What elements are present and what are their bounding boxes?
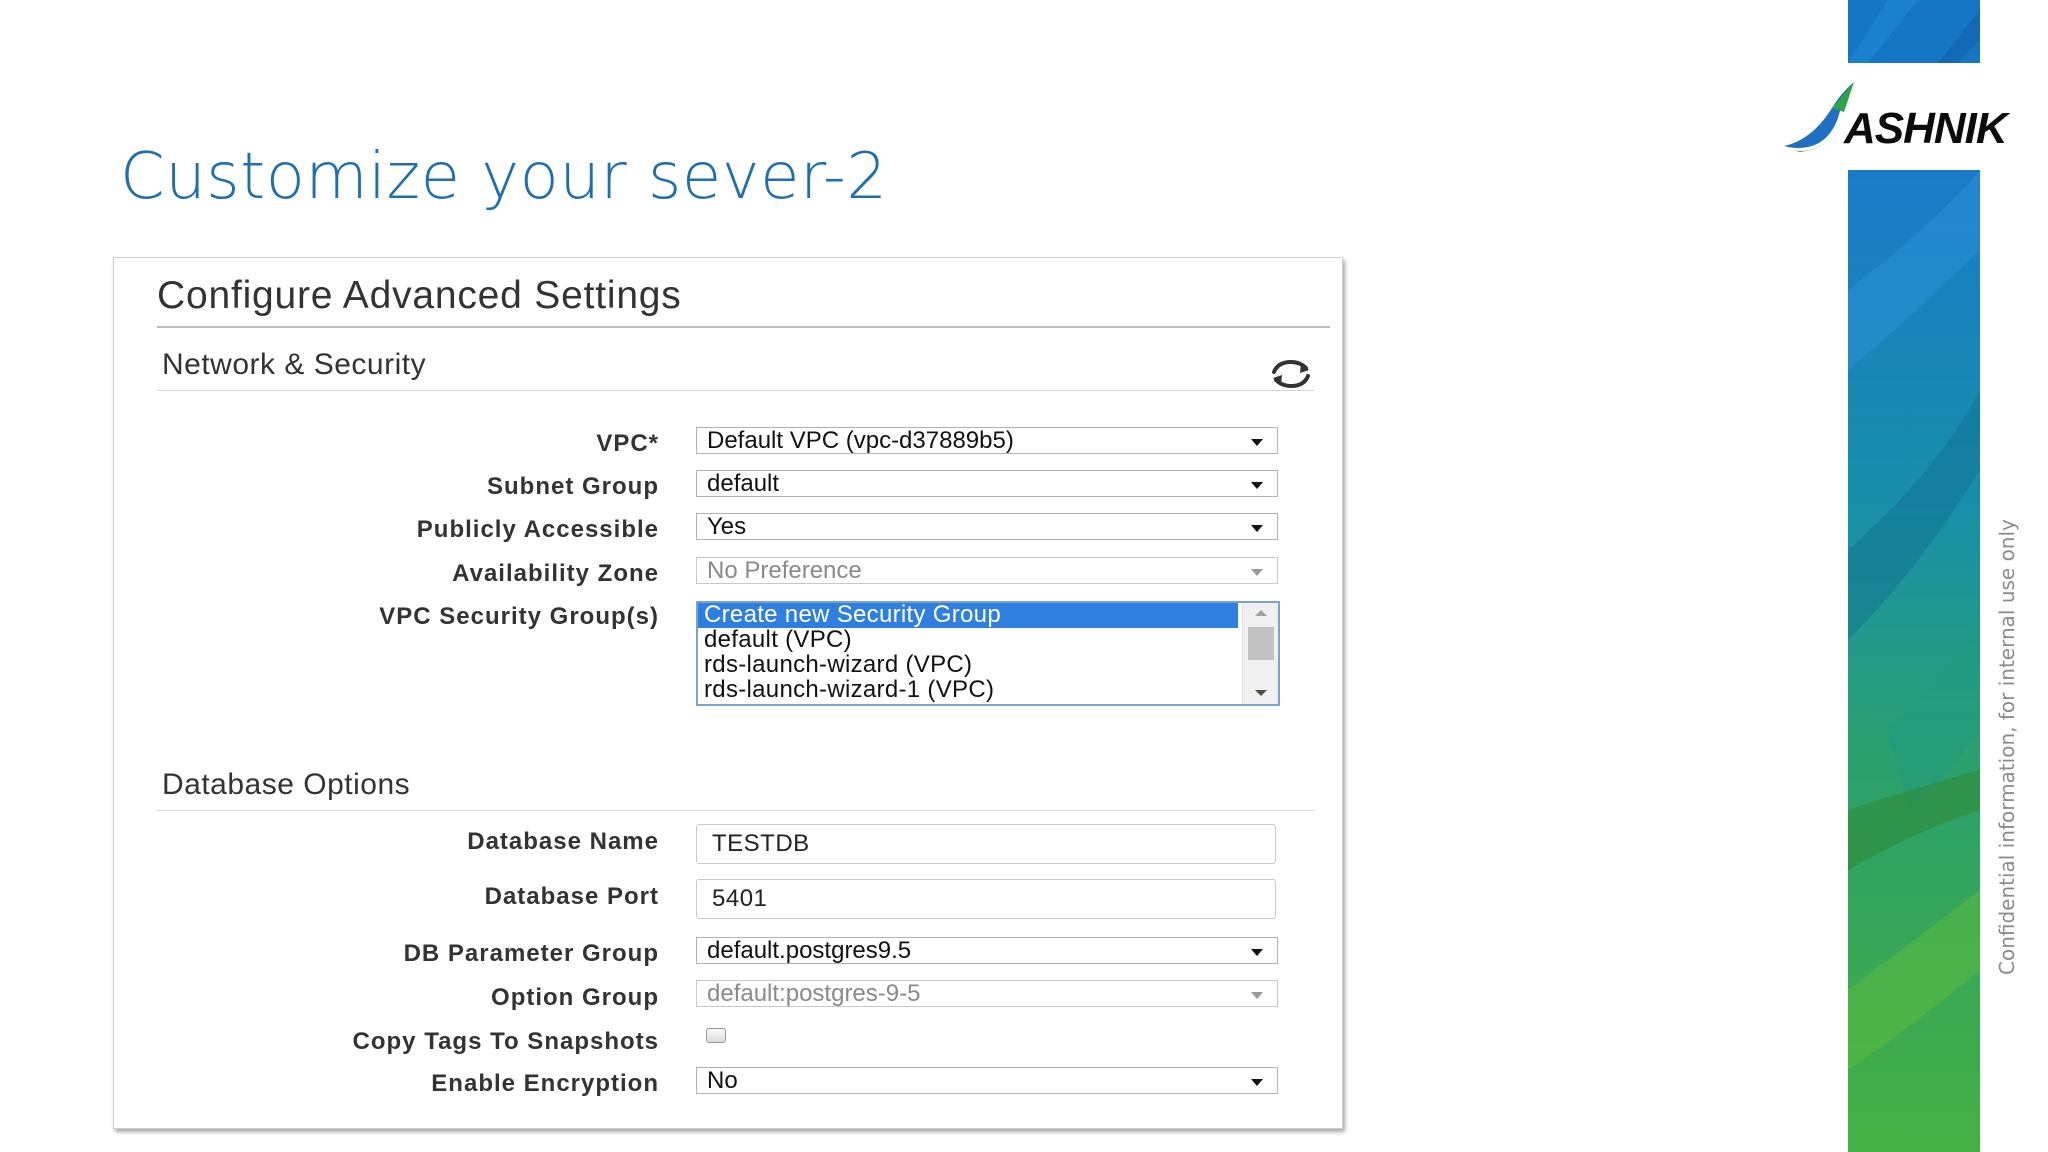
vpc-value: Default VPC (vpc-d37889b5) xyxy=(707,427,1014,454)
confidential-note: Confidential information, for internal u… xyxy=(1995,519,2019,975)
db-parameter-group-label: DB Parameter Group xyxy=(403,940,659,967)
chevron-down-icon xyxy=(1251,482,1263,489)
chevron-down-icon xyxy=(1251,1079,1263,1086)
security-groups-label: VPC Security Group(s) xyxy=(379,603,659,630)
database-port-input[interactable]: 5401 xyxy=(696,879,1276,919)
list-item[interactable]: rds-launch-wizard-1 (VPC) xyxy=(698,678,1238,703)
list-item[interactable]: rds-launch-wizard (VPC) xyxy=(698,653,1238,678)
listbox-scrollbar[interactable] xyxy=(1242,603,1278,704)
database-options-heading: Database Options xyxy=(162,768,411,801)
database-port-label: Database Port xyxy=(484,883,659,910)
ashnik-logo: ASHNIK xyxy=(1782,78,2012,158)
publicly-accessible-value: Yes xyxy=(707,513,747,540)
availability-zone-select[interactable]: No Preference xyxy=(696,557,1278,584)
security-groups-listbox[interactable]: Create new Security Group default (VPC) … xyxy=(696,601,1280,706)
list-item-create-new-security-group[interactable]: Create new Security Group xyxy=(698,603,1238,628)
vpc-label: VPC* xyxy=(596,430,659,457)
enable-encryption-select[interactable]: No xyxy=(696,1067,1278,1094)
copy-tags-checkbox[interactable] xyxy=(706,1028,726,1043)
decorative-strip xyxy=(1848,170,1980,1152)
chevron-down-icon xyxy=(1251,949,1263,956)
subnet-group-value: default xyxy=(707,470,780,497)
chevron-down-icon xyxy=(1251,569,1263,576)
decorative-strip-top xyxy=(1848,0,1980,63)
scroll-thumb[interactable] xyxy=(1248,627,1274,660)
network-security-heading: Network & Security xyxy=(162,348,427,381)
logo-text: ASHNIK xyxy=(1844,104,2008,153)
chevron-down-icon xyxy=(1251,439,1263,446)
db-parameter-group-value: default.postgres9.5 xyxy=(707,937,912,964)
list-item[interactable]: default (VPC) xyxy=(698,628,1238,653)
availability-zone-label: Availability Zone xyxy=(452,560,659,587)
copy-tags-label: Copy Tags To Snapshots xyxy=(352,1028,659,1055)
chevron-down-icon xyxy=(1251,992,1263,999)
subnet-group-label: Subnet Group xyxy=(487,473,659,500)
option-group-label: Option Group xyxy=(491,984,659,1011)
db-parameter-group-select[interactable]: default.postgres9.5 xyxy=(696,937,1278,964)
option-group-select[interactable]: default:postgres-9-5 xyxy=(696,980,1278,1007)
scroll-up-icon[interactable] xyxy=(1255,610,1267,616)
publicly-accessible-label: Publicly Accessible xyxy=(416,516,659,543)
enable-encryption-value: No xyxy=(707,1067,738,1094)
option-group-value: default:postgres-9-5 xyxy=(707,980,921,1007)
database-name-label: Database Name xyxy=(467,828,659,855)
section-divider xyxy=(157,390,1314,391)
chevron-down-icon xyxy=(1251,525,1263,532)
subnet-group-select[interactable]: default xyxy=(696,470,1278,497)
title-divider xyxy=(157,326,1330,328)
refresh-icon[interactable] xyxy=(1266,358,1316,390)
availability-zone-value: No Preference xyxy=(707,557,862,584)
database-name-input[interactable]: TESTDB xyxy=(696,824,1276,864)
slide-title: Customize your sever-2 xyxy=(120,140,888,214)
panel-title: Configure Advanced Settings xyxy=(157,274,682,317)
advanced-settings-panel: Configure Advanced Settings Network & Se… xyxy=(113,257,1343,1129)
section-divider xyxy=(157,810,1314,811)
vpc-select[interactable]: Default VPC (vpc-d37889b5) xyxy=(696,427,1278,454)
scroll-down-icon[interactable] xyxy=(1255,690,1267,696)
publicly-accessible-select[interactable]: Yes xyxy=(696,513,1278,540)
enable-encryption-label: Enable Encryption xyxy=(431,1070,659,1097)
